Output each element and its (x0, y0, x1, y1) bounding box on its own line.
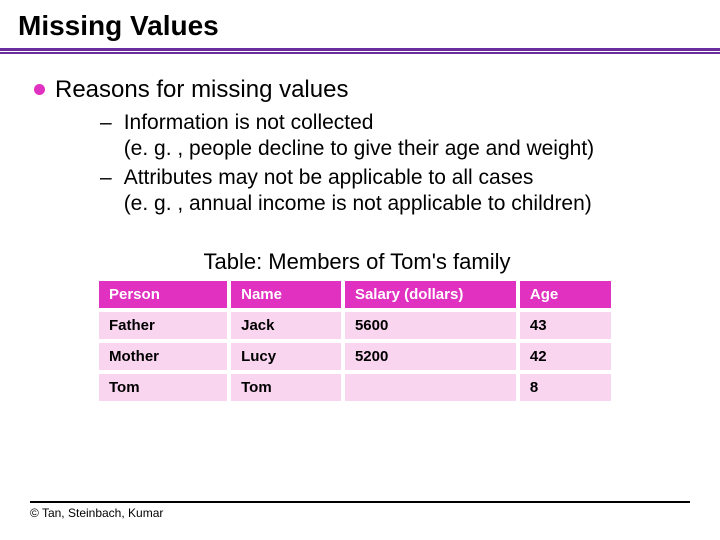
footer: © Tan, Steinbach, Kumar (30, 501, 690, 520)
main-bullet: Reasons for missing values (34, 76, 680, 104)
dash-icon: – (100, 110, 112, 163)
footer-credit: © Tan, Steinbach, Kumar (30, 506, 163, 520)
sub-bullet-text: Attributes may not be applicable to all … (124, 165, 592, 218)
slide: Missing Values Reasons for missing value… (0, 0, 720, 540)
sub-bullet: – Attributes may not be applicable to al… (100, 165, 680, 218)
cell-name: Tom (229, 372, 343, 403)
cell-salary (343, 372, 518, 403)
cell-age: 8 (518, 372, 613, 403)
table-row: Father Jack 5600 43 (99, 310, 613, 341)
table-header-row: Person Name Salary (dollars) Age (99, 279, 613, 310)
cell-name: Lucy (229, 341, 343, 372)
col-header-name: Name (229, 279, 343, 310)
sub-bullet-list: – Information is not collected (e. g. , … (100, 110, 680, 217)
cell-salary: 5600 (343, 310, 518, 341)
table-caption: Table: Members of Tom's family (34, 249, 680, 275)
dash-icon: – (100, 165, 112, 218)
content-area: Reasons for missing values – Information… (0, 76, 720, 405)
cell-person: Mother (99, 341, 229, 372)
cell-person: Tom (99, 372, 229, 403)
cell-age: 42 (518, 341, 613, 372)
family-table: Person Name Salary (dollars) Age Father … (99, 277, 615, 405)
col-header-salary: Salary (dollars) (343, 279, 518, 310)
sub-bullet: – Information is not collected (e. g. , … (100, 110, 680, 163)
col-header-person: Person (99, 279, 229, 310)
table-row: Tom Tom 8 (99, 372, 613, 403)
table-row: Mother Lucy 5200 42 (99, 341, 613, 372)
bullet-icon (34, 84, 45, 95)
slide-title: Missing Values (0, 0, 720, 48)
cell-salary: 5200 (343, 341, 518, 372)
main-bullet-text: Reasons for missing values (55, 76, 348, 104)
sub-bullet-text: Information is not collected (e. g. , pe… (124, 110, 594, 163)
title-divider (0, 48, 720, 54)
cell-name: Jack (229, 310, 343, 341)
cell-age: 43 (518, 310, 613, 341)
col-header-age: Age (518, 279, 613, 310)
cell-person: Father (99, 310, 229, 341)
